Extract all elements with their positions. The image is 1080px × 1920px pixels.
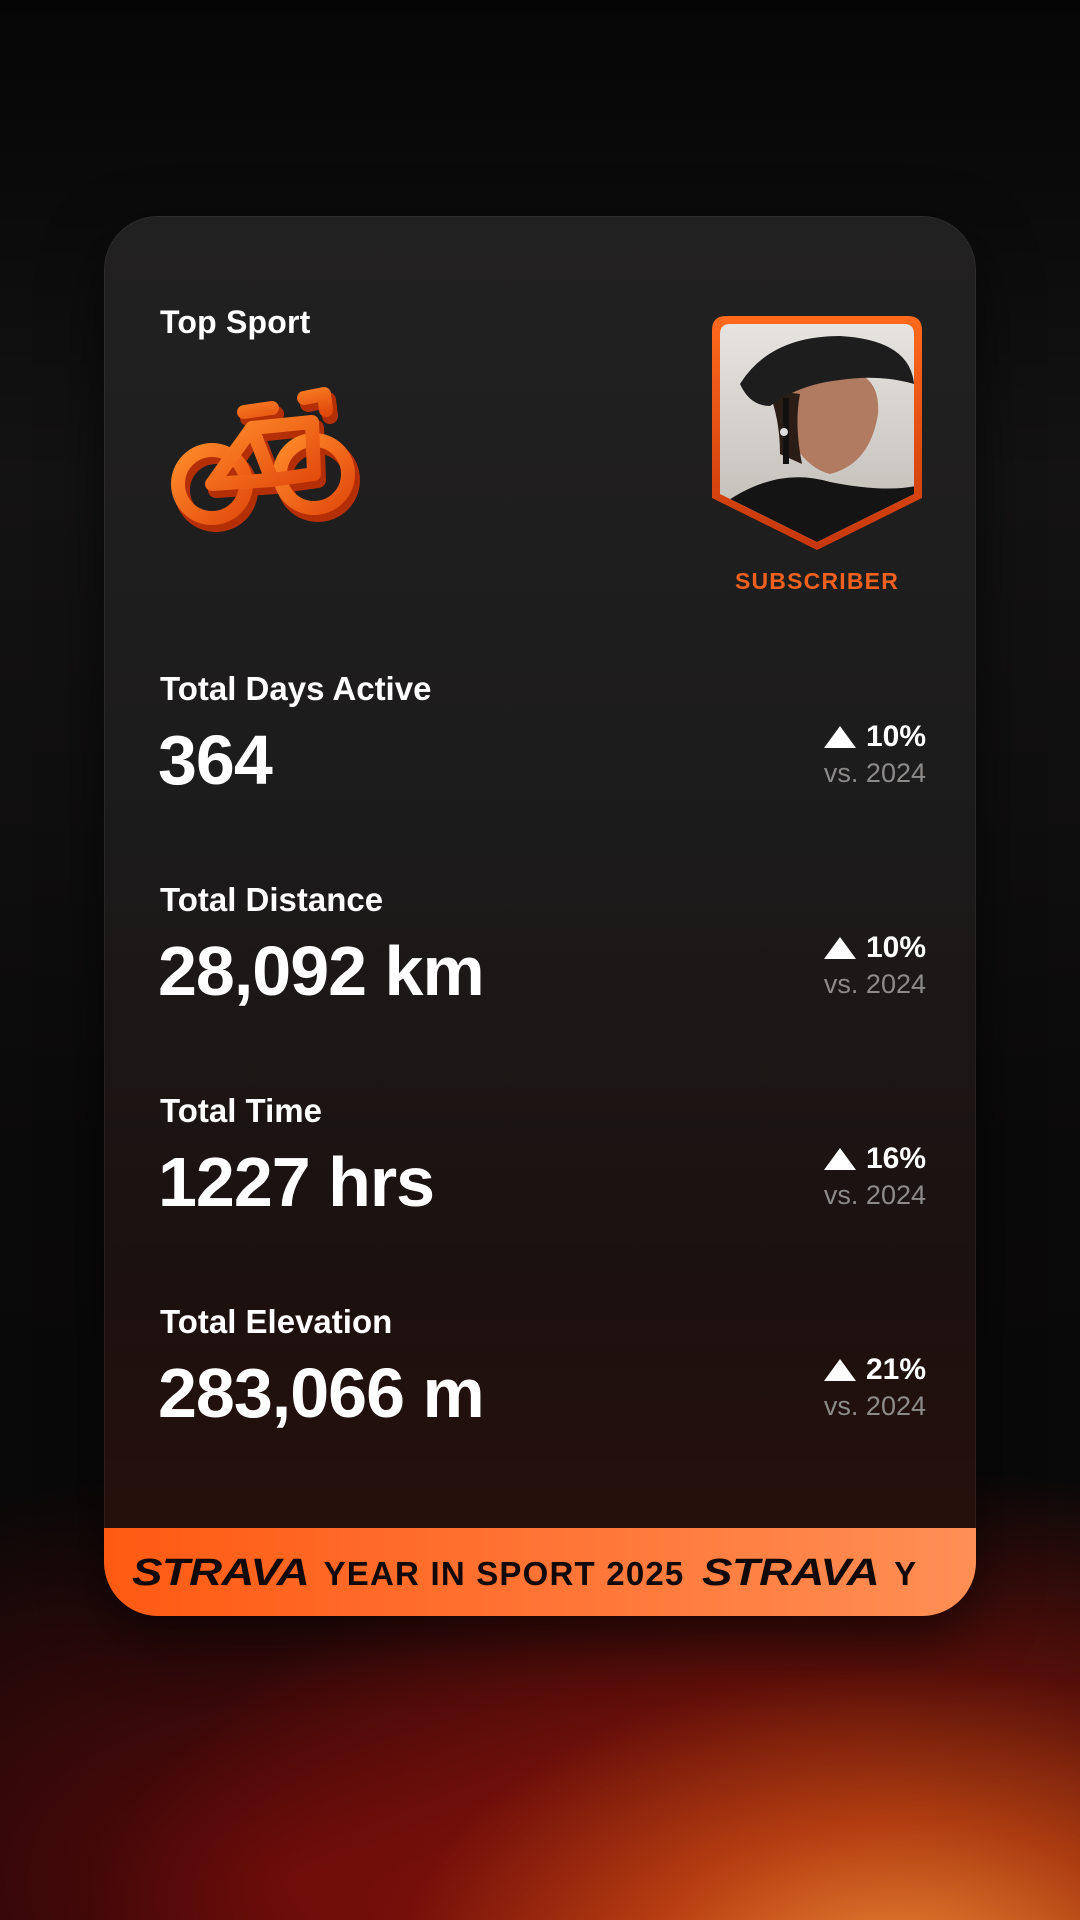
arrow-up-icon bbox=[823, 726, 856, 748]
change-compare: vs. 2024 bbox=[823, 758, 926, 788]
stat-value: 1227 hrs bbox=[158, 1143, 435, 1221]
change-percent: 16% bbox=[865, 1142, 926, 1175]
stat-value: 28,092 km bbox=[158, 932, 485, 1010]
top-sport-label: Top Sport bbox=[160, 304, 311, 340]
strava-year-banner: STRAVA YEAR IN SPORT 2025 STRAVA Y bbox=[104, 1528, 976, 1616]
change-compare: vs. 2024 bbox=[823, 969, 926, 999]
stat-value: 364 bbox=[158, 721, 273, 799]
stat-days-active: Total Days Active 364 10% vs. 2024 bbox=[158, 670, 926, 820]
arrow-up-icon bbox=[823, 1359, 856, 1381]
strava-logo: STRAVA bbox=[132, 1552, 310, 1594]
strava-logo: STRAVA bbox=[702, 1552, 880, 1594]
stat-label: Total Days Active bbox=[160, 670, 432, 707]
avatar bbox=[712, 316, 922, 550]
stat-change: 21% vs. 2024 bbox=[824, 1353, 926, 1422]
year-in-sport-card: Top Sport SUBSCRIBER Total Days Active 3… bbox=[104, 216, 976, 1616]
change-percent: 21% bbox=[865, 1353, 926, 1386]
banner-tagline: YEAR IN SPORT 2025 bbox=[323, 1554, 685, 1592]
stat-time: Total Time 1227 hrs 16% vs. 2024 bbox=[158, 1092, 926, 1242]
stat-change: 10% vs. 2024 bbox=[824, 720, 926, 789]
subscriber-label: SUBSCRIBER bbox=[734, 568, 900, 594]
stat-change: 10% vs. 2024 bbox=[824, 931, 926, 1000]
change-percent: 10% bbox=[865, 931, 926, 964]
stat-label: Total Elevation bbox=[160, 1303, 393, 1340]
banner-tagline-cut: Y bbox=[894, 1554, 918, 1592]
stat-change: 16% vs. 2024 bbox=[824, 1142, 926, 1211]
stat-elevation: Total Elevation 283,066 m 21% vs. 2024 bbox=[158, 1303, 926, 1453]
stat-label: Total Distance bbox=[160, 881, 384, 918]
stat-label: Total Time bbox=[160, 1092, 322, 1129]
bike-icon bbox=[171, 387, 360, 532]
change-compare: vs. 2024 bbox=[823, 1391, 926, 1421]
arrow-up-icon bbox=[823, 937, 856, 959]
arrow-up-icon bbox=[823, 1148, 856, 1170]
change-compare: vs. 2024 bbox=[823, 1180, 926, 1210]
change-percent: 10% bbox=[865, 720, 926, 753]
stat-value: 283,066 m bbox=[158, 1354, 485, 1432]
stat-distance: Total Distance 28,092 km 10% vs. 2024 bbox=[158, 881, 926, 1031]
